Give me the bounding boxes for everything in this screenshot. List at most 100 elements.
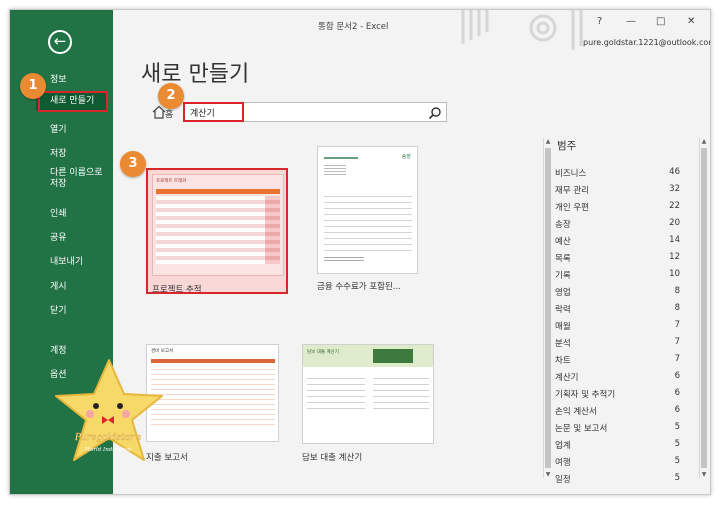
category-count: 10	[669, 269, 680, 279]
category-name: 매월	[555, 322, 571, 332]
nav-open[interactable]: 열기	[50, 122, 67, 135]
category-row[interactable]: 매월 7	[555, 320, 680, 332]
category-row[interactable]: 목록 12	[555, 252, 680, 264]
category-name: 차트	[555, 356, 571, 366]
category-row[interactable]: 논문 및 보고서 5	[555, 422, 680, 434]
watermark-line2: World Indication	[85, 447, 132, 453]
thumbnail-title: 경비 보고서	[151, 349, 174, 354]
category-name: 락력	[555, 305, 571, 315]
thumbnail-inputs-right	[373, 373, 429, 413]
category-row[interactable]: 영업 8	[555, 286, 680, 298]
thumbnail-status-column	[265, 196, 280, 264]
category-name: 손익 계산서	[555, 407, 597, 417]
back-arrow-icon[interactable]: ←	[48, 30, 72, 54]
scroll-down-icon[interactable]: ▼	[700, 471, 708, 478]
thumbnail-company-line	[324, 157, 358, 159]
page-title: 새로 만들기	[141, 62, 250, 87]
template-label: 금융 수수료가 포함된...	[317, 282, 401, 292]
category-count: 14	[669, 235, 680, 245]
annotation-box-search	[183, 102, 244, 122]
close-icon[interactable]: ✕	[687, 16, 695, 27]
category-name: 목록	[555, 254, 571, 264]
category-name: 개인 우편	[555, 203, 589, 213]
right-scrollbar[interactable]: ▲ ▼	[699, 138, 708, 478]
category-count: 5	[674, 456, 680, 466]
category-name: 분석	[555, 339, 571, 349]
template-card-invoice[interactable]: 송장 금융 수수료가 포함된...	[317, 146, 427, 296]
category-count: 32	[669, 184, 680, 194]
category-row[interactable]: 송장 20	[555, 218, 680, 230]
category-row[interactable]: 기획자 및 추적기 6	[555, 388, 680, 400]
category-count: 6	[674, 371, 680, 381]
nav-print[interactable]: 인쇄	[50, 206, 67, 219]
category-name: 기록	[555, 271, 571, 281]
account-email[interactable]: pure.goldstar.1221@outlook.com	[583, 38, 710, 47]
scroll-thumb[interactable]	[701, 148, 707, 468]
category-row[interactable]: 분석 7	[555, 337, 680, 349]
category-name: 영업	[555, 288, 571, 298]
category-count: 5	[674, 422, 680, 432]
template-thumbnail: 프로젝트 트래커 프로젝트 추적	[146, 168, 288, 294]
nav-account[interactable]: 계정	[50, 343, 67, 356]
thumbnail-line-items	[324, 191, 412, 251]
category-row[interactable]: 예산 14	[555, 235, 680, 247]
category-name: 업계	[555, 441, 571, 451]
category-count: 8	[674, 286, 680, 296]
category-count: 6	[674, 388, 680, 398]
thumbnail-title: 프로젝트 트래커	[156, 179, 187, 184]
minimize-icon[interactable]: —	[626, 16, 636, 27]
category-count: 7	[674, 320, 680, 330]
category-row[interactable]: 업계 5	[555, 439, 680, 451]
watermark-line1: Puregoldstar's	[74, 433, 142, 443]
category-row[interactable]: 계산기 6	[555, 371, 680, 383]
category-count: 5	[674, 439, 680, 449]
nav-save[interactable]: 저장	[50, 146, 67, 159]
template-card-mortgage-calculator[interactable]: 담보 대출 계산기 담보 대출 계산기	[302, 344, 442, 464]
window-title: 통합 문서2 - Excel	[318, 22, 389, 32]
help-icon[interactable]: ?	[597, 16, 602, 27]
category-name: 재무 관리	[555, 186, 589, 196]
category-row[interactable]: 여행 5	[555, 456, 680, 468]
nav-export[interactable]: 내보내기	[50, 254, 83, 267]
category-row[interactable]: 락력 8	[555, 303, 680, 315]
template-label: 프로젝트 추적	[152, 285, 202, 294]
scroll-up-icon[interactable]: ▲	[700, 138, 708, 145]
category-count: 20	[669, 218, 680, 228]
category-count: 5	[674, 473, 680, 483]
nav-save-as[interactable]: 다른 이름으로 저장	[50, 168, 110, 190]
thumbnail-inputs-left	[307, 373, 365, 413]
annotation-badge-3: 3	[120, 151, 146, 177]
nav-share[interactable]: 공유	[50, 230, 67, 243]
excel-backstage-window: ← 정보 새로 만들기 열기 저장 다른 이름으로 저장 인쇄 공유 내보내기 …	[9, 9, 711, 495]
maximize-icon[interactable]: □	[656, 16, 665, 27]
template-card-project-tracker[interactable]: 프로젝트 트래커 프로젝트 추적	[146, 168, 288, 294]
category-count: 7	[674, 337, 680, 347]
nav-close[interactable]: 닫기	[50, 303, 67, 316]
scroll-thumb[interactable]	[545, 148, 551, 468]
annotation-badge-2: 2	[158, 83, 184, 109]
category-count: 8	[674, 303, 680, 313]
category-row[interactable]: 차트 7	[555, 354, 680, 366]
thumbnail-payment-box	[373, 349, 413, 363]
nav-publish[interactable]: 게시	[50, 279, 67, 292]
category-row[interactable]: 비즈니스 46	[555, 167, 680, 179]
category-row[interactable]: 재무 관리 32	[555, 184, 680, 196]
category-row[interactable]: 개인 우편 22	[555, 201, 680, 213]
left-scrollbar[interactable]: ▲ ▼	[543, 138, 552, 478]
scroll-up-icon[interactable]: ▲	[544, 138, 552, 145]
category-row[interactable]: 손익 계산서 6	[555, 405, 680, 417]
nav-info[interactable]: 정보	[50, 72, 67, 85]
category-count: 22	[669, 201, 680, 211]
thumbnail-header-row	[156, 189, 280, 194]
thumbnail-sheet: 프로젝트 트래커	[152, 174, 284, 276]
category-count: 46	[669, 167, 680, 177]
category-name: 기획자 및 추적기	[555, 390, 616, 400]
category-title: 범주	[557, 140, 577, 152]
category-row[interactable]: 기록 10	[555, 269, 680, 281]
scroll-down-icon[interactable]: ▼	[544, 471, 552, 478]
thumbnail-title: 담보 대출 계산기	[307, 350, 339, 355]
category-count: 6	[674, 405, 680, 415]
star-mascot-watermark: Puregoldstar's World Indication	[55, 359, 163, 461]
search-icon[interactable]	[428, 106, 442, 120]
category-row[interactable]: 일정 5	[555, 473, 680, 485]
